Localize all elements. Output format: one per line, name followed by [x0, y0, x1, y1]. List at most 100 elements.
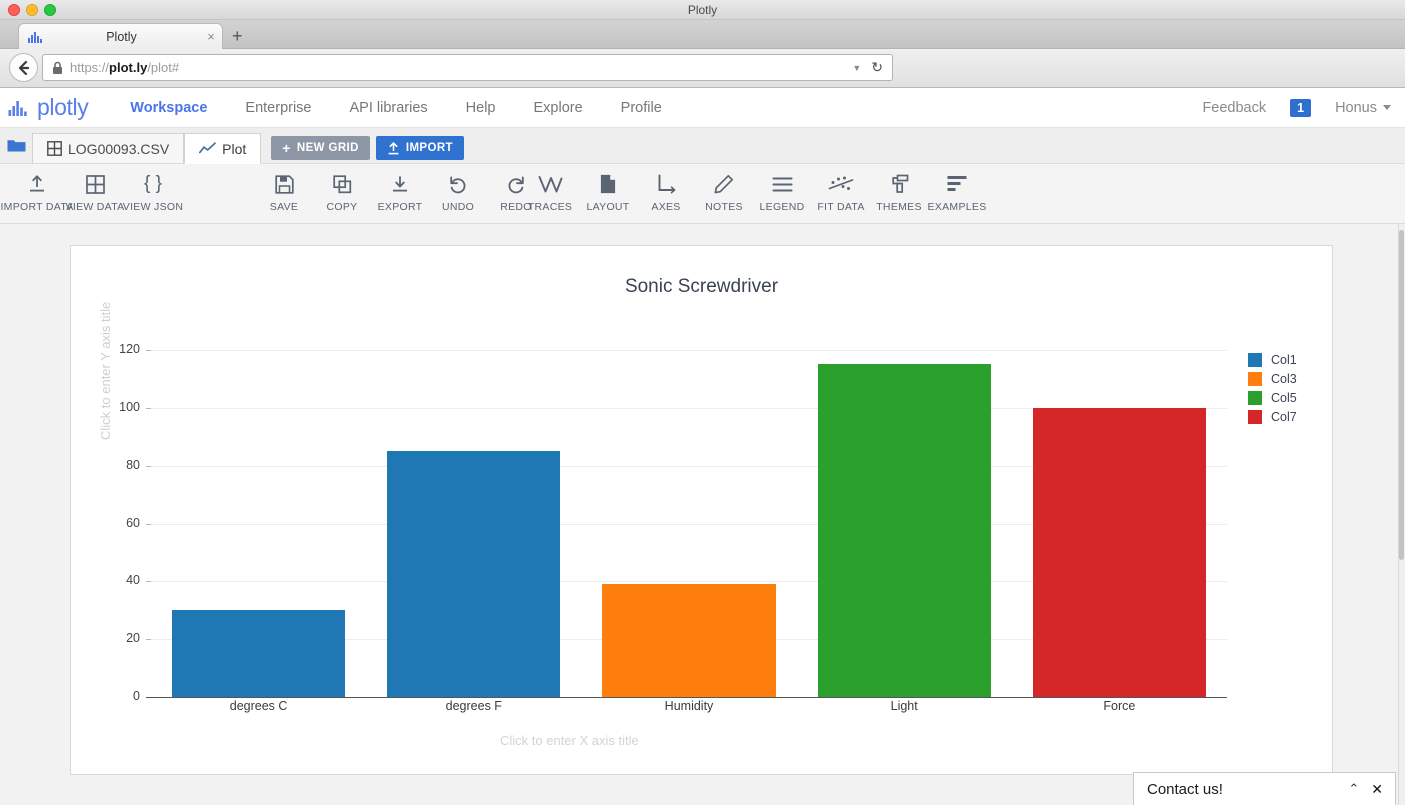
bar-chart-icon — [28, 31, 42, 43]
toolbar-fit-data[interactable]: FIT DATA — [812, 172, 870, 213]
x-tick-label: Humidity — [664, 699, 714, 713]
toolbar-label: AXES — [651, 201, 681, 213]
file-tab-plot[interactable]: Plot — [184, 133, 262, 164]
reload-icon[interactable]: ↻ — [871, 59, 883, 76]
legend-swatch-col5 — [1248, 390, 1262, 405]
browser-window: Plotly Plotly × + https://plot.ly/plot# … — [0, 0, 1405, 805]
copy-icon — [332, 172, 352, 196]
y-axis-title[interactable]: Click to enter Y axis title — [98, 302, 113, 440]
y-tick-mark — [146, 350, 151, 351]
chart-bar[interactable] — [602, 584, 776, 697]
toolbar-view-data[interactable]: VIEW DATA — [66, 172, 124, 213]
axes-icon — [656, 172, 677, 196]
toolbar-undo[interactable]: UNDO — [429, 172, 487, 213]
chart-legend[interactable]: Col1 Col3 Col5 Col7 — [1248, 350, 1297, 426]
browser-tab-plotly[interactable]: Plotly × — [18, 23, 223, 49]
zigzag-line-icon — [538, 172, 563, 196]
y-tick-label: 80 — [126, 457, 140, 472]
nav-link-help[interactable]: Help — [466, 100, 496, 116]
chart-bar[interactable] — [817, 364, 991, 697]
toolbar-label: IMPORT DATA — [0, 201, 74, 213]
file-tab-log00093[interactable]: LOG00093.CSV — [32, 133, 185, 164]
toolbar-themes[interactable]: THEMES — [870, 172, 928, 213]
chart-bar[interactable] — [1032, 407, 1207, 697]
toolbar-legend[interactable]: LEGEND — [753, 172, 811, 213]
chevron-down-icon — [1383, 105, 1391, 110]
plotly-wordmark: plotly — [37, 94, 89, 120]
contact-widget[interactable]: Contact us! ⌃ ✕ — [1133, 772, 1396, 805]
toolbar-label: FIT DATA — [817, 201, 865, 213]
notification-badge[interactable]: 1 — [1290, 98, 1312, 117]
legend-item[interactable]: Col5 — [1248, 388, 1297, 407]
folder-button[interactable] — [0, 127, 32, 163]
toolbar-label: VIEW JSON — [122, 201, 184, 213]
toolbar-label: EXAMPLES — [927, 201, 987, 213]
plotly-logo[interactable]: plotly — [8, 94, 89, 121]
import-label: IMPORT — [405, 142, 453, 154]
braces-icon: { } — [144, 173, 162, 194]
chart-bar[interactable] — [171, 610, 346, 697]
toolbar-copy[interactable]: COPY — [313, 172, 371, 213]
legend-label: Col7 — [1271, 409, 1297, 424]
plotly-bars-icon — [8, 100, 27, 116]
nav-link-workspace[interactable]: Workspace — [130, 100, 207, 116]
toolbar-axes[interactable]: AXES — [637, 172, 695, 213]
toolbar-notes[interactable]: NOTES — [695, 172, 753, 213]
new-tab-button[interactable]: + — [232, 27, 243, 45]
nav-link-enterprise[interactable]: Enterprise — [245, 100, 311, 116]
contact-widget-label: Contact us! — [1147, 780, 1223, 798]
url-bar[interactable]: https://plot.ly/plot# ▼ ↻ — [42, 54, 893, 81]
chart-title[interactable]: Sonic Screwdriver — [71, 276, 1332, 298]
legend-label: Col1 — [1271, 352, 1297, 367]
chart-bar[interactable] — [387, 451, 561, 697]
legend-label: Col3 — [1271, 371, 1297, 386]
legend-item[interactable]: Col7 — [1248, 407, 1297, 426]
nav-link-profile[interactable]: Profile — [621, 100, 662, 116]
window-title: Plotly — [687, 3, 718, 17]
workspace-scrollbar-thumb[interactable] — [1399, 230, 1404, 560]
back-button[interactable] — [9, 53, 38, 82]
y-tick-mark — [146, 639, 151, 641]
y-tick-label: 0 — [133, 689, 140, 703]
toolbar-view-json[interactable]: { } VIEW JSON — [122, 172, 184, 213]
feedback-link[interactable]: Feedback — [1202, 100, 1266, 116]
toolbar-label: UNDO — [441, 201, 475, 213]
pencil-icon — [714, 172, 734, 196]
grid-icon — [85, 172, 105, 196]
nav-link-explore[interactable]: Explore — [534, 100, 583, 116]
import-button[interactable]: IMPORT — [375, 136, 464, 160]
legend-item[interactable]: Col3 — [1248, 369, 1297, 388]
toolbar-traces[interactable]: TRACES — [521, 172, 579, 213]
line-chart-icon — [199, 141, 217, 153]
y-tick-mark — [146, 465, 151, 467]
file-tab-label: Plot — [222, 140, 247, 157]
x-tick-label: degrees F — [445, 699, 502, 713]
y-tick-label: 20 — [126, 631, 140, 646]
chevron-up-icon[interactable]: ⌃ — [1348, 781, 1359, 797]
legend-item[interactable]: Col1 — [1248, 350, 1297, 369]
user-name: Honus — [1335, 99, 1377, 116]
toolbar-examples[interactable]: EXAMPLES — [928, 172, 986, 213]
editor-toolbar: IMPORT DATA VIEW DATA { } VIEW JSON SAVE… — [0, 164, 1405, 358]
browser-tabstrip: Plotly × + — [0, 20, 1405, 49]
toolbar-layout[interactable]: LAYOUT — [579, 172, 637, 213]
browser-tab-title: Plotly — [106, 29, 137, 44]
y-tick-label: 60 — [126, 515, 140, 530]
page-icon — [600, 172, 616, 196]
y-tick-label: 40 — [126, 573, 140, 588]
legend-swatch-col3 — [1248, 371, 1262, 386]
nav-link-api-libraries[interactable]: API libraries — [350, 100, 428, 116]
user-menu[interactable]: Honus — [1335, 100, 1391, 116]
x-axis-title[interactable]: Click to enter X axis title — [500, 733, 639, 748]
toolbar-save[interactable]: SAVE — [255, 172, 313, 213]
toolbar-group-tools: FIT DATA THEMES EXAMPLES — [812, 172, 986, 213]
new-grid-button[interactable]: + NEW GRID — [271, 136, 370, 160]
close-tab-icon[interactable]: × — [200, 29, 222, 44]
plotly-nav-right: Feedback 1 Honus — [1202, 98, 1391, 117]
close-icon[interactable]: ✕ — [1371, 781, 1383, 798]
url-dropdown-icon[interactable]: ▼ — [852, 63, 861, 73]
toolbar-import-data[interactable]: IMPORT DATA — [0, 172, 73, 213]
browser-navbar: https://plot.ly/plot# ▼ ↻ Search — [0, 49, 1405, 131]
toolbar-export[interactable]: EXPORT — [371, 172, 429, 213]
download-icon — [390, 172, 410, 196]
